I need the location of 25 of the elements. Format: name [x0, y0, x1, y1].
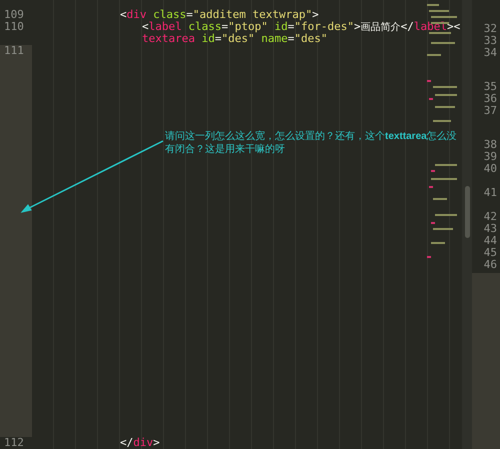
line-number: 34 — [484, 47, 497, 59]
line-number: 110 — [4, 21, 25, 33]
line-number: 43 — [484, 223, 497, 235]
line-number: 111 — [4, 45, 25, 57]
line-number: 32 — [484, 23, 497, 35]
scrollbar-thumb[interactable] — [464, 186, 470, 238]
line-number: 42 — [484, 211, 497, 223]
code-line: </div> — [120, 437, 160, 449]
line-number: 41 — [484, 187, 497, 199]
code-line: <label class="ptop" id="for-des">画品简介</label>< — [142, 21, 460, 33]
annotation-text: 请问这一列怎么这么宽，怎么设置的？还有，这个texttarea怎么没有闭合？这是用来干嘛的呀 — [165, 130, 458, 156]
code-line: textarea id="des" name="des" — [142, 33, 328, 45]
line-number: 109 — [4, 9, 25, 21]
line-number: 35 — [484, 81, 497, 93]
line-number: 38 — [484, 139, 497, 151]
line-number: 33 — [484, 35, 497, 47]
line-number: 37 — [484, 105, 497, 117]
line-number: 45 — [484, 247, 497, 259]
line-number: 44 — [484, 235, 497, 247]
line-number: 46 — [484, 259, 497, 271]
line-number: 40 — [484, 163, 497, 175]
code-line: <div class="additem textwrap"> — [120, 9, 319, 21]
line-number: 39 — [484, 151, 497, 163]
line-number: 112 — [4, 437, 25, 449]
line-number: 36 — [484, 93, 497, 105]
